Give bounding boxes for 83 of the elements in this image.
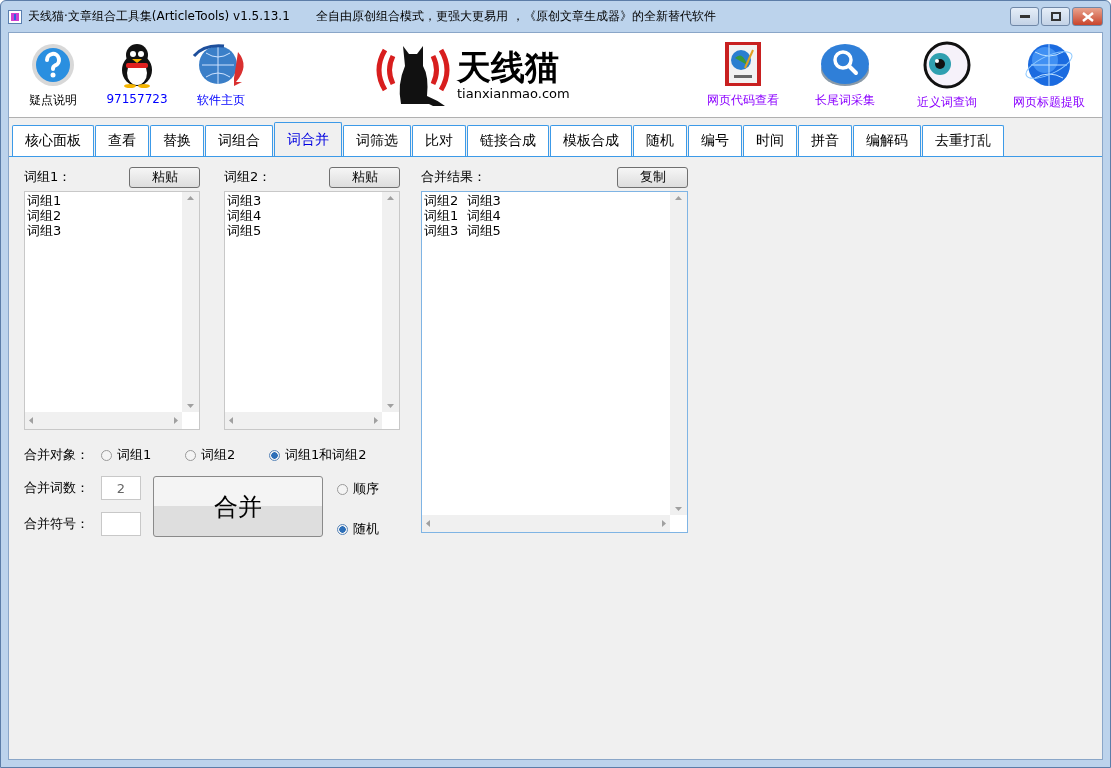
- scroll-down-icon[interactable]: [387, 404, 394, 408]
- scroll-right-icon[interactable]: [374, 417, 378, 424]
- radio-option[interactable]: 词组2: [185, 446, 257, 464]
- text-area[interactable]: 词组1 词组2 词组3: [24, 191, 200, 430]
- scroll-left-icon[interactable]: [29, 417, 33, 424]
- window-subtitle: 全自由原创组合模式，更强大更易用 ，《原创文章生成器》的全新替代软件: [315, 8, 716, 25]
- scroll-up-icon[interactable]: [387, 196, 394, 200]
- text-line: 词组2 词组3: [424, 193, 502, 208]
- maximize-button[interactable]: [1041, 7, 1070, 26]
- close-button[interactable]: [1072, 7, 1103, 26]
- word-count-label: 合并词数：: [24, 479, 89, 497]
- tab[interactable]: 拼音: [798, 125, 852, 156]
- tab[interactable]: 词组合: [205, 125, 273, 156]
- horizontal-scrollbar[interactable]: [25, 412, 182, 429]
- tab[interactable]: 链接合成: [467, 125, 549, 156]
- merge-button[interactable]: 合并: [153, 476, 323, 537]
- merge-target-label: 合并对象：: [24, 446, 89, 464]
- tab[interactable]: 编解码: [853, 125, 921, 156]
- toolbar-button[interactable]: 网页标题提取: [1002, 39, 1096, 111]
- separator-field[interactable]: [101, 512, 141, 536]
- vertical-scrollbar[interactable]: [182, 192, 199, 412]
- scroll-left-icon[interactable]: [229, 417, 233, 424]
- separator-label: 合并符号：: [24, 515, 89, 533]
- minimize-icon: [1019, 14, 1030, 19]
- toolbar-button[interactable]: 近义词查询: [900, 39, 994, 111]
- text-area[interactable]: 词组2 词组3 词组1 词组4 词组3 词组5: [421, 191, 688, 533]
- tab[interactable]: 时间: [743, 125, 797, 156]
- word-count-field[interactable]: 2: [101, 476, 141, 500]
- eyeball-icon: [922, 39, 972, 90]
- text-line: 词组3 词组5: [424, 223, 502, 238]
- paste-button[interactable]: 粘贴: [329, 166, 400, 188]
- toolbar-button[interactable]: 疑点说明: [13, 41, 93, 109]
- paste-button[interactable]: 粘贴: [129, 166, 200, 188]
- horizontal-scrollbar[interactable]: [225, 412, 382, 429]
- group-label: 合并结果：: [421, 168, 486, 186]
- radio-option[interactable]: 顺序: [337, 480, 379, 498]
- logo-name: 天线猫: [457, 48, 560, 87]
- text-line: 词组5: [227, 223, 263, 238]
- tab[interactable]: 模板合成: [550, 125, 632, 156]
- scroll-up-icon[interactable]: [675, 196, 682, 200]
- minimize-button[interactable]: [1010, 7, 1039, 26]
- scroll-right-icon[interactable]: [662, 520, 666, 527]
- scroll-up-icon[interactable]: [187, 196, 194, 200]
- group-label: 词组1：: [24, 168, 72, 186]
- scroll-down-icon[interactable]: [675, 507, 682, 511]
- radio-option[interactable]: 随机: [337, 520, 379, 538]
- text-line: 词组3: [227, 193, 263, 208]
- toolbar-button[interactable]: 长尾词采集: [798, 39, 892, 111]
- close-icon: [1081, 11, 1094, 22]
- toolbar-button[interactable]: 97157723: [97, 41, 177, 109]
- group-label: 词组2：: [224, 168, 272, 186]
- tab[interactable]: 随机: [633, 125, 687, 156]
- question-mark-icon: [30, 41, 76, 88]
- horizontal-scrollbar[interactable]: [422, 515, 670, 532]
- radio-option[interactable]: 词组1和词组2: [269, 446, 367, 464]
- copy-button[interactable]: 复制: [617, 166, 688, 188]
- vertical-scrollbar[interactable]: [382, 192, 399, 412]
- radio-option[interactable]: 词组1: [101, 446, 173, 464]
- tab[interactable]: 去重打乱: [922, 125, 1004, 156]
- text-line: 词组1: [27, 193, 63, 208]
- text-area[interactable]: 词组3 词组4 词组5: [224, 191, 400, 430]
- toolbar-button[interactable]: 网页代码查看: [696, 39, 790, 111]
- app-icon: [8, 9, 22, 24]
- tab[interactable]: 词筛选: [343, 125, 411, 156]
- text-line: 词组3: [27, 223, 63, 238]
- vertical-scrollbar[interactable]: [670, 192, 687, 515]
- tab[interactable]: 替换: [150, 125, 204, 156]
- window-title: 天线猫·文章组合工具集(ArticleTools) v1.5.13.1: [28, 8, 290, 25]
- logo-domain: tianxianmao.com: [457, 86, 570, 102]
- tab[interactable]: 核心面板: [12, 125, 94, 156]
- tab[interactable]: 编号: [688, 125, 742, 156]
- html-file-icon: [723, 39, 763, 88]
- toolbar-button[interactable]: 软件主页: [181, 41, 261, 109]
- text-line: 词组1 词组4: [424, 208, 502, 223]
- text-line: 词组2: [27, 208, 63, 223]
- scroll-down-icon[interactable]: [187, 404, 194, 408]
- scroll-left-icon[interactable]: [426, 520, 430, 527]
- tab[interactable]: 查看: [95, 125, 149, 156]
- scroll-right-icon[interactable]: [174, 417, 178, 424]
- tab[interactable]: 比对: [412, 125, 466, 156]
- maximize-icon: [1050, 12, 1061, 21]
- text-line: 词组4: [227, 208, 263, 223]
- tab[interactable]: 词合并: [274, 122, 342, 156]
